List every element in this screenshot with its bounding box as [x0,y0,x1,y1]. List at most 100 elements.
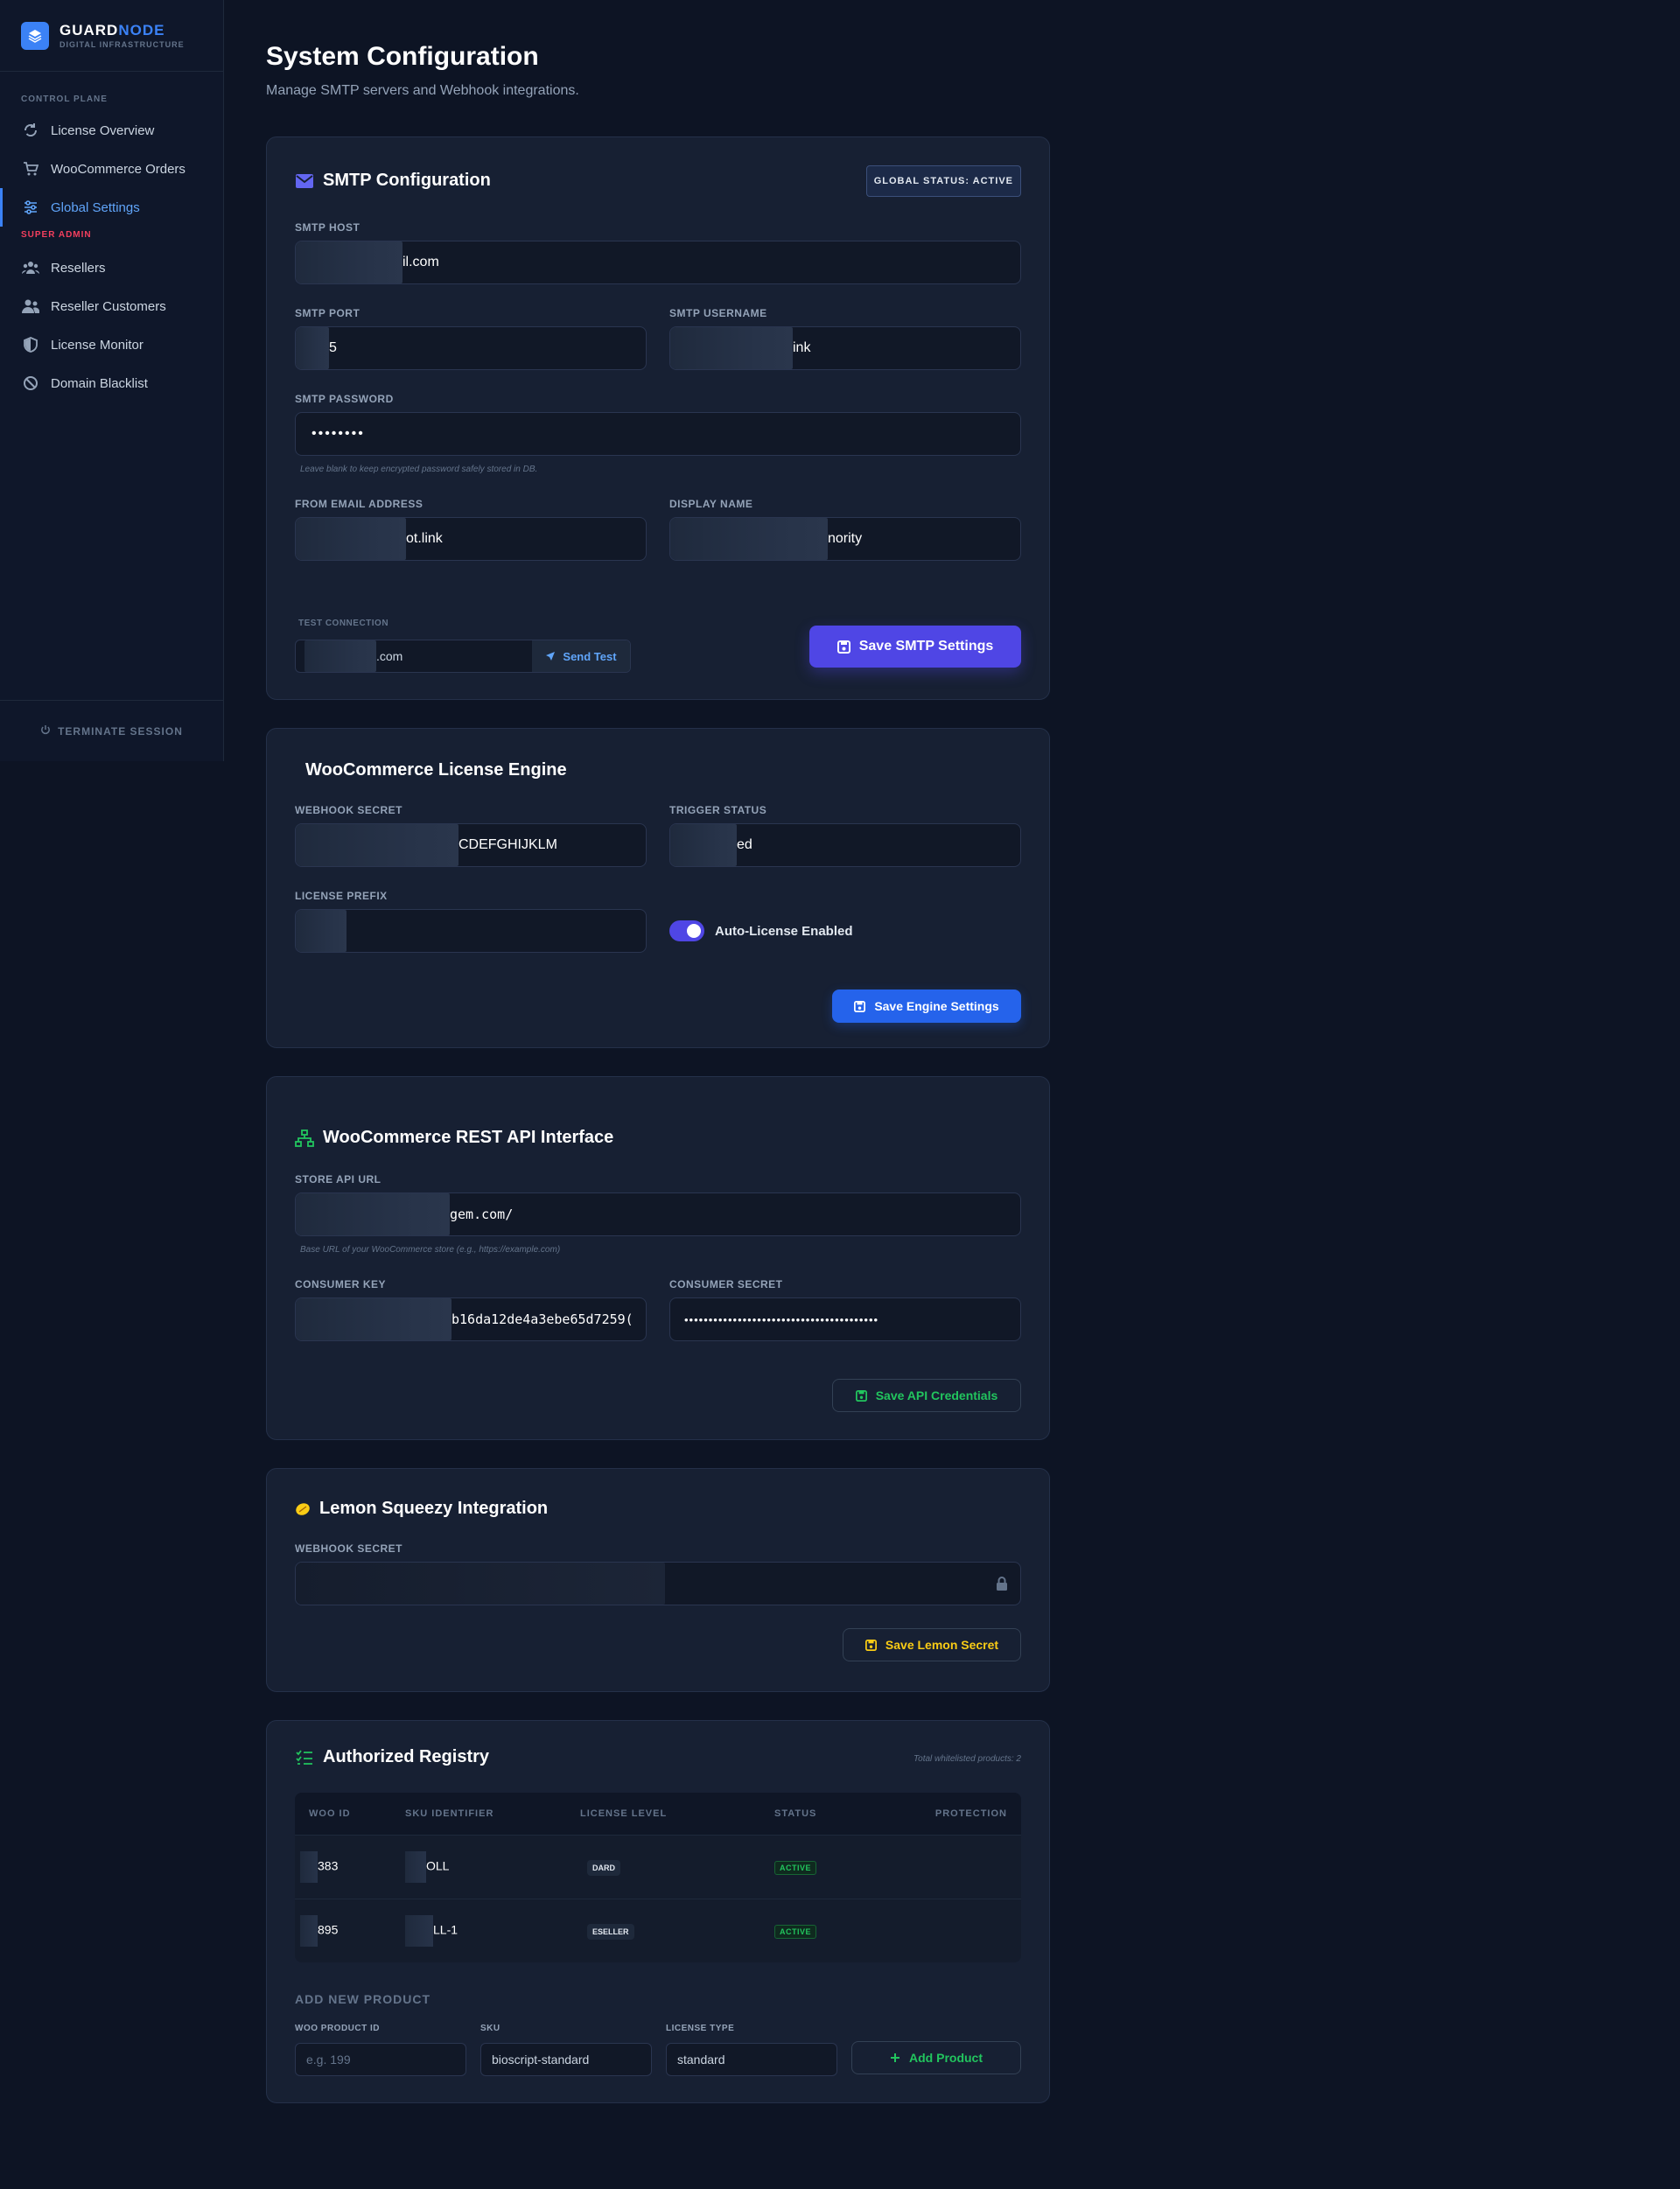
refresh-icon [21,121,40,140]
trigger-status-label: TRIGGER STATUS [669,804,767,816]
sidebar-item-label: Resellers [51,260,106,276]
consumer-secret-input[interactable]: •••••••••••••••••••••••••••••••••••••••• [669,1297,1021,1341]
auto-license-toggle[interactable] [669,920,704,941]
sidebar-item-global-settings[interactable]: Global Settings [0,188,223,227]
save-smtp-button[interactable]: Save SMTP Settings [809,626,1021,668]
sidebar-item-reseller-customers[interactable]: Reseller Customers [0,287,223,325]
users-icon [21,297,40,316]
column-header: PROTECTION [934,1808,1007,1819]
redacted-mask [405,1851,426,1883]
sidebar-item-label: WooCommerce Orders [51,161,186,177]
woo-engine-card: WooCommerce License Engine WEBHOOK SECRE… [266,728,1050,1048]
sidebar-item-label: Global Settings [51,199,140,215]
store-url-label: STORE API URL [295,1173,382,1185]
add-product-heading: ADD NEW PRODUCT [295,1992,430,2006]
store-url-input[interactable]: gem.com/ [295,1192,1021,1236]
display-name-input[interactable]: nority [669,517,1021,561]
level-cell: ESELLER [580,1923,774,1940]
ban-icon [21,374,40,393]
registry-table: WOO ID SKU IDENTIFIER LICENSE LEVEL STAT… [295,1793,1021,1962]
redacted-mask [296,1563,665,1605]
save-icon [855,1389,867,1402]
nav-section-control: CONTROL PLANE [21,94,108,104]
brand: GUARDNODE DIGITAL INFRASTRUCTURE [0,0,223,72]
sidebar-item-woocommerce-orders[interactable]: WooCommerce Orders [0,150,223,188]
column-header: LICENSE LEVEL [580,1808,668,1819]
smtp-password-hint: Leave blank to keep encrypted password s… [300,465,538,474]
checklist-icon [295,1748,314,1767]
redacted-mask [304,640,376,672]
redacted-mask [300,1851,318,1883]
sidebar-item-license-monitor[interactable]: License Monitor [0,325,223,364]
redacted-mask [670,824,737,866]
global-status-badge: GLOBAL STATUS: ACTIVE [865,165,1021,197]
lock-icon [996,1577,1008,1591]
send-test-button[interactable]: Send Test [532,640,630,672]
status-badge: ACTIVE [774,1925,817,1939]
consumer-secret-label: CONSUMER SECRET [669,1278,783,1290]
redacted-mask [296,1193,450,1235]
level-cell: DARD [580,1859,774,1876]
sidebar-item-license-overview[interactable]: License Overview [0,111,223,150]
redacted-mask [296,910,346,952]
license-prefix-input[interactable] [295,909,647,953]
woo-product-id-label: WOO PRODUCT ID [295,2024,380,2033]
sku-label: SKU [480,2024,500,2033]
terminate-session-label: TERMINATE SESSION [58,724,183,738]
consumer-key-input[interactable]: b16da12de4a3ebe65d7259( [295,1297,647,1341]
registry-title: Authorized Registry [295,1747,489,1767]
add-product-button[interactable]: Add Product [851,2041,1021,2074]
sku-cell: OLL [405,1851,580,1883]
consumer-key-label: CONSUMER KEY [295,1278,387,1290]
brand-name: GUARDNODE [60,21,165,38]
save-icon [836,640,850,654]
smtp-port-input[interactable]: 5 [295,326,647,370]
license-type-input[interactable]: standard [666,2043,837,2076]
sidebar-item-label: Domain Blacklist [51,375,148,391]
smtp-host-input[interactable]: il.com [295,241,1021,284]
webhook-secret-input[interactable]: CDEFGHIJKLM [295,823,647,867]
test-email-input[interactable]: .com [296,640,532,672]
brand-subtitle: DIGITAL INFRASTRUCTURE [60,39,185,49]
table-row: 383 OLL DARD ACTIVE [295,1835,1021,1899]
redacted-mask [296,241,402,283]
smtp-password-input[interactable]: •••••••• [295,412,1021,456]
woo-id-cell: 383 [295,1851,405,1883]
sku-input[interactable]: bioscript-standard [480,2043,652,2076]
redacted-mask [405,1915,433,1947]
woo-product-id-input[interactable]: e.g. 199 [295,2043,466,2076]
trigger-status-select[interactable]: ed [669,823,1021,867]
lemon-secret-label: WEBHOOK SECRET [295,1542,403,1555]
smtp-username-input[interactable]: ink [669,326,1021,370]
smtp-username-label: SMTP USERNAME [669,307,767,319]
save-api-button[interactable]: Save API Credentials [832,1379,1021,1412]
woo-engine-title: WooCommerce License Engine [305,760,567,780]
save-engine-button[interactable]: Save Engine Settings [832,990,1021,1023]
sidebar-item-resellers[interactable]: Resellers [0,248,223,287]
sidebar-item-label: License Monitor [51,337,144,353]
license-prefix-label: LICENSE PREFIX [295,890,388,902]
sidebar-item-label: Reseller Customers [51,298,166,314]
sitemap-icon [295,1129,314,1148]
lemon-secret-input[interactable] [295,1562,1021,1605]
woo-id-cell: 895 [295,1915,405,1947]
sliders-icon [21,198,40,217]
status-cell: ACTIVE [774,1923,914,1939]
redacted-mask [670,327,793,369]
save-icon [864,1639,877,1651]
save-lemon-button[interactable]: Save Lemon Secret [843,1628,1021,1661]
redacted-mask [296,327,329,369]
sidebar-item-domain-blacklist[interactable]: Domain Blacklist [0,364,223,402]
display-name-label: DISPLAY NAME [669,498,753,510]
registry-total: Total whitelisted products: 2 [913,1754,1021,1764]
woo-api-card: WooCommerce REST API Interface STORE API… [266,1076,1050,1440]
envelope-icon [295,171,314,191]
smtp-host-label: SMTP HOST [295,221,360,234]
test-connection-group: .com Send Test [295,640,631,673]
from-email-input[interactable]: ot.link [295,517,647,561]
redacted-mask [296,1298,452,1340]
level-badge: ESELLER [587,1923,634,1940]
sku-cell: LL-1 [405,1915,580,1947]
registry-card: Authorized Registry Total whitelisted pr… [266,1720,1050,2103]
terminate-session-button[interactable]: TERMINATE SESSION [0,700,223,761]
